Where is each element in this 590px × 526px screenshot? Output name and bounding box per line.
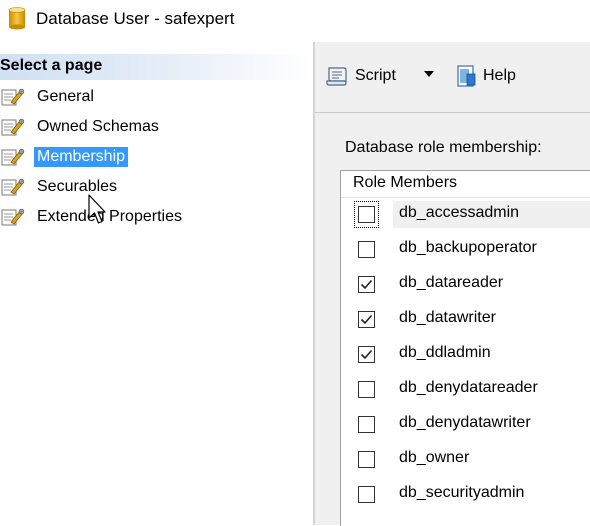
role-row-db-ddladmin[interactable]: db_ddladmin	[341, 338, 590, 373]
role-membership-label: Database role membership:	[345, 139, 542, 156]
help-button[interactable]: Help	[455, 62, 516, 90]
role-row-db-accessadmin[interactable]: db_accessadmin	[341, 198, 590, 233]
database-icon	[8, 7, 26, 30]
window-title: Database User - safexpert	[36, 9, 235, 28]
page-item-securables[interactable]: Securables	[0, 172, 312, 202]
title-bar: Database User - safexpert	[0, 0, 590, 40]
page-item-general[interactable]: General	[0, 82, 312, 112]
role-checkbox[interactable]	[358, 311, 375, 328]
role-checkbox[interactable]	[358, 486, 375, 503]
role-row-db-denydatareader[interactable]: db_denydatareader	[341, 373, 590, 408]
page-wrench-icon	[1, 208, 25, 226]
role-name: db_datawriter	[399, 309, 496, 326]
role-checkbox[interactable]	[358, 451, 375, 468]
role-checkbox[interactable]	[358, 241, 375, 258]
page-item-label: Owned Schemas	[37, 118, 159, 135]
role-name: db_denydatawriter	[399, 414, 531, 431]
database-user-window: Database User - safexpert Select a page …	[0, 0, 590, 526]
select-page-header: Select a page	[0, 54, 312, 80]
page-item-label: Securables	[37, 178, 118, 195]
role-row-db-datareader[interactable]: db_datareader	[341, 268, 590, 303]
role-members-header: Role Members	[341, 171, 590, 198]
page-wrench-icon	[1, 178, 25, 196]
page-wrench-icon	[1, 88, 25, 106]
membership-content: Database role membership: Role Members d…	[315, 113, 590, 526]
role-name: db_denydatareader	[399, 379, 538, 396]
role-name: db_ddladmin	[399, 344, 491, 361]
chevron-down-icon[interactable]	[423, 70, 435, 78]
page-item-owned-schemas[interactable]: Owned Schemas	[0, 112, 312, 142]
role-row-db-denydatawriter[interactable]: db_denydatawriter	[341, 408, 590, 443]
page-item-membership[interactable]: Membership	[0, 142, 312, 172]
page-item-label: General	[37, 88, 94, 105]
page-wrench-icon	[1, 118, 25, 136]
help-icon	[457, 65, 476, 87]
checkmark-icon	[360, 349, 373, 360]
role-name: db_backupoperator	[399, 239, 537, 256]
checkmark-icon	[360, 314, 373, 325]
script-button[interactable]: Script	[325, 62, 396, 90]
checkmark-icon	[360, 279, 373, 290]
role-row-db-securityadmin[interactable]: db_securityadmin	[341, 478, 590, 513]
role-checkbox[interactable]	[358, 346, 375, 363]
role-row-db-owner[interactable]: db_owner	[341, 443, 590, 478]
membership-pane: Script Help Database role membership: Ro…	[315, 42, 590, 526]
select-page-header-label: Select a page	[0, 57, 103, 74]
role-members-list: db_accessadmin db_backupoperator db_datare…	[341, 198, 590, 513]
select-page-pane: Select a page General Owned Schemas Memb…	[0, 42, 312, 525]
page-item-label: Membership	[34, 147, 129, 167]
role-name: db_securityadmin	[399, 484, 525, 501]
role-row-db-backupoperator[interactable]: db_backupoperator	[341, 233, 590, 268]
script-icon	[326, 67, 347, 86]
role-row-db-datawriter[interactable]: db_datawriter	[341, 303, 590, 338]
role-members-grid: Role Members db_accessadmin db_backupoper…	[340, 170, 590, 526]
role-name: db_accessadmin	[399, 204, 520, 221]
script-button-label: Script	[355, 67, 396, 84]
role-members-column-header: Role Members	[353, 174, 458, 191]
page-item-label: Extended Properties	[37, 208, 182, 225]
role-checkbox[interactable]	[358, 416, 375, 433]
page-item-extended-properties[interactable]: Extended Properties	[0, 202, 312, 232]
role-name: db_datareader	[399, 274, 504, 291]
page-list: General Owned Schemas Membership Securab…	[0, 82, 312, 232]
help-button-label: Help	[483, 67, 516, 84]
page-wrench-icon	[1, 148, 25, 166]
role-checkbox[interactable]	[358, 206, 375, 223]
toolbar: Script Help	[315, 42, 590, 113]
role-checkbox[interactable]	[358, 276, 375, 293]
role-checkbox[interactable]	[358, 381, 375, 398]
role-name: db_owner	[399, 449, 470, 466]
